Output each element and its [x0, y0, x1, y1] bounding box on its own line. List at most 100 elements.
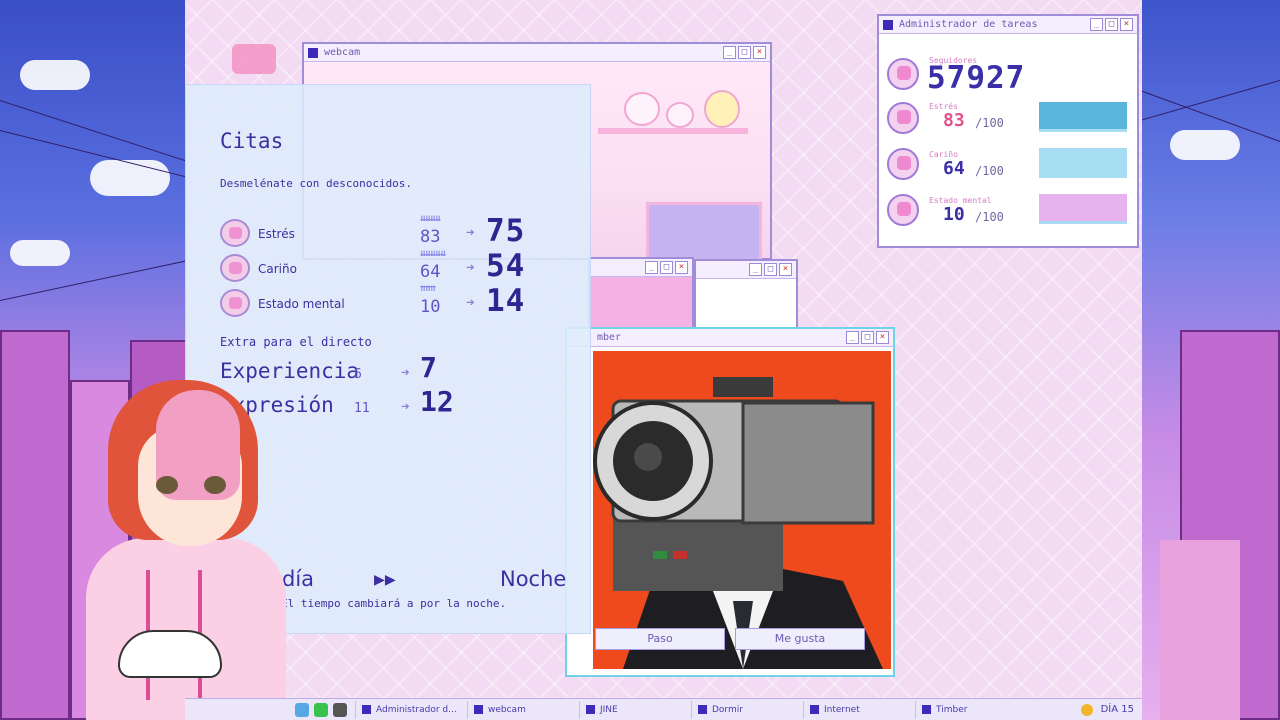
window-icon — [922, 705, 931, 714]
stat-max: /100 — [975, 210, 1004, 224]
stat-row-affection — [887, 148, 919, 180]
fast-forward-icon: ▶▶ — [374, 569, 396, 590]
window-icon — [308, 47, 318, 58]
minimize-button[interactable]: _ — [723, 46, 736, 59]
old-value: 10 — [420, 297, 441, 317]
time-to: Noche — [500, 567, 567, 591]
timber-titlebar[interactable]: mber _ □ × — [567, 329, 893, 347]
avatar-icon — [887, 58, 919, 90]
expression-old: 11 — [354, 401, 370, 416]
stat-value: 10 — [943, 204, 965, 225]
taskbar-item-task-manager[interactable]: Administrador d... — [355, 700, 467, 719]
old-value: 64 — [420, 262, 441, 282]
maximize-button[interactable]: □ — [764, 263, 777, 276]
small-window-titlebar[interactable]: _ □ × — [696, 261, 796, 279]
mental-state-icon — [220, 289, 250, 317]
twitter-icon[interactable] — [295, 702, 309, 717]
plush-toy — [666, 102, 694, 128]
video-icon[interactable] — [232, 44, 276, 74]
arrow-right-icon: ➜ — [466, 225, 475, 241]
close-button[interactable]: × — [753, 46, 766, 59]
chat-icon[interactable] — [314, 702, 328, 717]
plush-toy — [704, 90, 740, 128]
affection-icon — [220, 254, 250, 282]
maximize-button[interactable]: □ — [1105, 18, 1118, 31]
power-line — [1140, 59, 1280, 121]
taskbar-item-internet[interactable]: Internet — [803, 700, 915, 719]
stat-label: Cariño — [258, 262, 297, 276]
panel-title: Citas — [220, 129, 284, 153]
stat-value: 83 — [943, 110, 965, 131]
stress-bar — [1039, 102, 1127, 132]
pass-button[interactable]: Paso — [595, 628, 725, 650]
old-value: 83 — [420, 227, 441, 247]
taskbar-item-webcam[interactable]: webcam — [467, 700, 579, 719]
small-window[interactable]: _ □ × — [694, 259, 798, 329]
new-value: 54 — [486, 248, 526, 284]
maximize-button[interactable]: □ — [738, 46, 751, 59]
stat-change-row: Cariño ⇊⇊⇊⇊⇊ 64 ➜ 54 — [220, 248, 580, 284]
avatar-icon — [887, 194, 919, 226]
stat-label: Estado mental — [258, 297, 345, 311]
timber-title: mber — [597, 332, 622, 343]
taskbar-item-sleep[interactable]: Dormir — [691, 700, 803, 719]
taskbar-item-label: Timber — [936, 704, 968, 715]
minimize-button[interactable]: _ — [749, 263, 762, 276]
followers-row — [887, 58, 919, 90]
terminal-icon[interactable] — [333, 702, 347, 717]
change-arrows: ⇊⇊⇊⇊⇊ — [420, 248, 446, 259]
webcam-title: webcam — [324, 47, 361, 58]
avatar-icon — [887, 102, 919, 134]
new-value: 75 — [486, 213, 526, 249]
stat-label: Estrés — [258, 227, 295, 241]
maximize-button[interactable]: □ — [861, 331, 874, 344]
close-button[interactable]: × — [1120, 18, 1133, 31]
webcam-titlebar[interactable]: webcam _ □ × — [304, 44, 770, 62]
stat-row-mental — [887, 194, 919, 226]
like-button[interactable]: Me gusta — [735, 628, 865, 650]
task-manager-window[interactable]: Administrador de tareas _ □ × Seguidores… — [877, 14, 1139, 248]
experience-old: 6 — [354, 367, 362, 382]
change-arrows: ⇈⇈⇈ — [420, 283, 436, 294]
taskbar: Administrador d... webcam JINE Dormir In… — [185, 698, 1142, 720]
taskbar-item-label: Internet — [824, 704, 860, 715]
task-manager-titlebar[interactable]: Administrador de tareas _ □ × — [879, 16, 1137, 34]
window-icon — [698, 705, 707, 714]
close-button[interactable]: × — [675, 261, 688, 274]
minimize-button[interactable]: _ — [645, 261, 658, 274]
followers-count: 57927 — [927, 60, 1026, 96]
close-button[interactable]: × — [779, 263, 792, 276]
stat-row-stress — [887, 102, 919, 134]
day-label: DÍA 15 — [1100, 704, 1134, 715]
maximize-button[interactable]: □ — [660, 261, 673, 274]
minimize-button[interactable]: _ — [1090, 18, 1103, 31]
building — [0, 330, 70, 720]
street — [1160, 540, 1240, 720]
change-arrows: ⇊⇊⇊⇊ — [420, 213, 441, 224]
camera-head-man-image — [593, 351, 891, 669]
shelf — [598, 128, 748, 134]
mental-bar — [1039, 194, 1127, 224]
new-value: 14 — [486, 283, 526, 319]
stat-change-row: Estado mental ⇈⇈⇈ 10 ➜ 14 — [220, 283, 580, 319]
minimize-button[interactable]: _ — [846, 331, 859, 344]
small-window-titlebar[interactable]: _ □ × — [590, 259, 692, 277]
experience-new: 7 — [420, 351, 437, 384]
timber-window[interactable]: mber _ □ × Paso Me gusta — [565, 327, 895, 677]
stat-value: 64 — [943, 158, 965, 179]
arrow-right-icon: ➜ — [401, 399, 410, 415]
cloud — [10, 240, 70, 266]
vtuber-avatar — [86, 380, 286, 720]
cat-print — [118, 630, 222, 678]
avatar-eye — [204, 476, 226, 494]
taskbar-item-timber[interactable]: Timber — [915, 700, 1027, 719]
taskbar-item-jine[interactable]: JINE — [579, 700, 691, 719]
close-button[interactable]: × — [876, 331, 889, 344]
small-window[interactable]: _ □ × — [588, 257, 694, 337]
stat-change-row: Estrés ⇊⇊⇊⇊ 83 ➜ 75 — [220, 213, 580, 249]
stat-max: /100 — [975, 116, 1004, 130]
time-note: El tiempo cambiará a por la noche. — [281, 597, 507, 610]
day-indicator: DÍA 15 — [1080, 703, 1142, 716]
avatar-icon — [887, 148, 919, 180]
power-line — [0, 100, 185, 169]
